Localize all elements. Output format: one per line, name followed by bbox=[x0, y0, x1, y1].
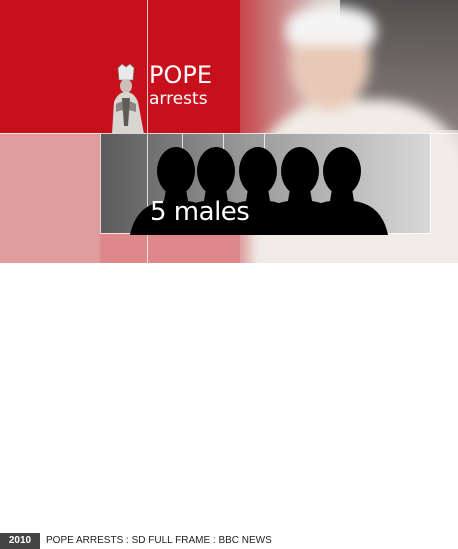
blurred-hair bbox=[286, 6, 376, 46]
headline-subtitle: arrests bbox=[149, 89, 208, 109]
graphic-frame: POPE arrests 5 males bbox=[0, 0, 458, 263]
headline: POPE arrests bbox=[149, 63, 212, 108]
footer-bar: 2010 POPE ARRESTS : SD FULL FRAME : BBC … bbox=[0, 533, 458, 549]
grid-line bbox=[0, 133, 458, 134]
year-badge: 2010 bbox=[0, 533, 40, 549]
footer-caption: POPE ARRESTS : SD FULL FRAME : BBC NEWS bbox=[46, 535, 272, 546]
grid-line bbox=[100, 133, 101, 233]
headline-title: POPE bbox=[149, 61, 212, 89]
arrest-count-label: 5 males bbox=[150, 197, 250, 227]
pope-portrait-icon bbox=[112, 64, 144, 134]
band-left-tint bbox=[0, 133, 100, 263]
grid-line bbox=[430, 133, 431, 233]
